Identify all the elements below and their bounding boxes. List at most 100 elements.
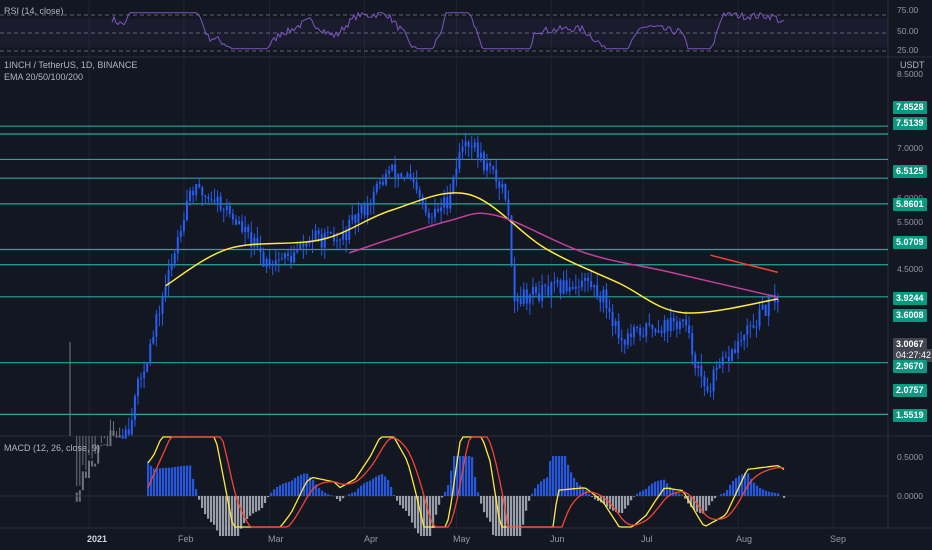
candle-body — [112, 430, 115, 436]
candle-body — [259, 247, 262, 253]
macd-histogram-bar — [465, 456, 468, 496]
macd-histogram-bar — [507, 496, 510, 536]
level-tag: 6.5125 — [893, 165, 927, 178]
candle-body — [740, 340, 743, 342]
candle-body — [155, 314, 158, 337]
candle-body — [409, 173, 412, 180]
candle-body — [140, 377, 143, 379]
candle-body — [700, 365, 703, 377]
candle-body — [146, 362, 149, 372]
candle-body — [764, 304, 767, 316]
candle-body — [384, 173, 387, 185]
candle-body — [562, 280, 565, 294]
candle-body — [280, 258, 283, 260]
candle-body — [415, 182, 418, 190]
macd-histogram-bar — [636, 493, 639, 496]
macd-histogram-bar — [732, 480, 735, 496]
candle-body — [476, 142, 479, 158]
level-tag: 7.5139 — [893, 117, 927, 130]
macd-histogram-bar — [318, 488, 321, 496]
candle-body — [176, 236, 179, 254]
macd-histogram-bar — [405, 496, 408, 511]
candle-body — [84, 471, 87, 478]
rsi-tick-25: 25.00 — [897, 45, 919, 55]
candle-body — [737, 341, 740, 353]
macd-histogram-bar — [396, 496, 399, 501]
macd-histogram-bar — [294, 477, 297, 496]
candle-body — [103, 444, 106, 446]
candle-body — [691, 333, 694, 355]
candle-body — [577, 286, 580, 288]
macd-histogram-bar — [408, 496, 411, 516]
chart-canvas[interactable] — [0, 0, 932, 550]
macd-histogram-bar — [774, 492, 777, 496]
macd-histogram-bar — [234, 496, 237, 536]
candle-body — [531, 286, 534, 295]
macd-histogram-bar — [210, 496, 213, 523]
candle-body — [94, 463, 97, 467]
macd-histogram-bar — [483, 496, 486, 513]
macd-histogram-bar — [765, 490, 768, 496]
candle-body — [320, 234, 323, 248]
macd-histogram-bar — [324, 492, 327, 496]
candle-body — [91, 460, 94, 467]
x-tick: Apr — [364, 534, 379, 544]
candle-body — [222, 209, 225, 211]
candle-body — [645, 323, 648, 337]
candle-body — [749, 325, 752, 327]
macd-histogram-bar — [705, 496, 708, 511]
candle-body — [495, 169, 498, 182]
macd-histogram-bar — [492, 496, 495, 535]
candle-body — [219, 196, 222, 210]
candle-body — [204, 195, 207, 197]
x-tick: Feb — [178, 534, 194, 544]
macd-histogram-bar — [723, 492, 726, 496]
macd-histogram-bar — [591, 496, 594, 497]
candle-body — [299, 243, 302, 250]
candle-body — [314, 230, 317, 240]
candle-body — [378, 181, 381, 185]
candle-body — [345, 231, 348, 240]
candle-body — [124, 429, 127, 439]
candle-body — [767, 296, 770, 316]
candle-body — [366, 204, 369, 216]
candle-body — [81, 471, 84, 491]
candle-body — [458, 151, 461, 169]
candle-body — [522, 289, 525, 304]
macd-histogram-bar — [204, 496, 207, 515]
macd-histogram-bar — [186, 465, 189, 496]
macd-histogram-bar — [285, 482, 288, 496]
macd-histogram-bar — [435, 496, 438, 515]
macd-histogram-bar — [546, 477, 549, 496]
macd-histogram-bar — [642, 490, 645, 496]
macd-histogram-bar — [360, 485, 363, 496]
macd-histogram-bar — [639, 491, 642, 496]
candle-body — [574, 286, 577, 289]
macd-histogram-bar — [678, 493, 681, 496]
candle-body — [372, 192, 375, 205]
macd-histogram-bar — [450, 470, 453, 496]
candle-body — [504, 184, 507, 200]
candle-body — [394, 164, 397, 178]
candle-body — [127, 429, 130, 435]
macd-histogram-bar — [489, 496, 492, 522]
candle-body — [207, 196, 210, 199]
macd-histogram-bar — [588, 494, 591, 496]
candle-body — [164, 286, 167, 298]
level-tag: 5.0709 — [893, 236, 927, 249]
candle-body — [593, 284, 596, 288]
macd-histogram-bar — [264, 496, 267, 504]
candle-body — [182, 220, 185, 232]
candle-body — [492, 165, 495, 170]
macd-histogram-bar — [384, 476, 387, 496]
macd-histogram-bar — [159, 468, 162, 496]
candle-body — [244, 226, 247, 232]
macd-histogram-bar — [633, 496, 636, 497]
candle-body — [553, 282, 556, 284]
candle-body — [678, 321, 681, 330]
candle-body — [721, 357, 724, 365]
rsi-tick-75: 75.00 — [897, 5, 919, 15]
candle-body — [369, 204, 372, 206]
macd-histogram-bar — [381, 474, 384, 496]
macd-histogram-bar — [648, 485, 651, 496]
